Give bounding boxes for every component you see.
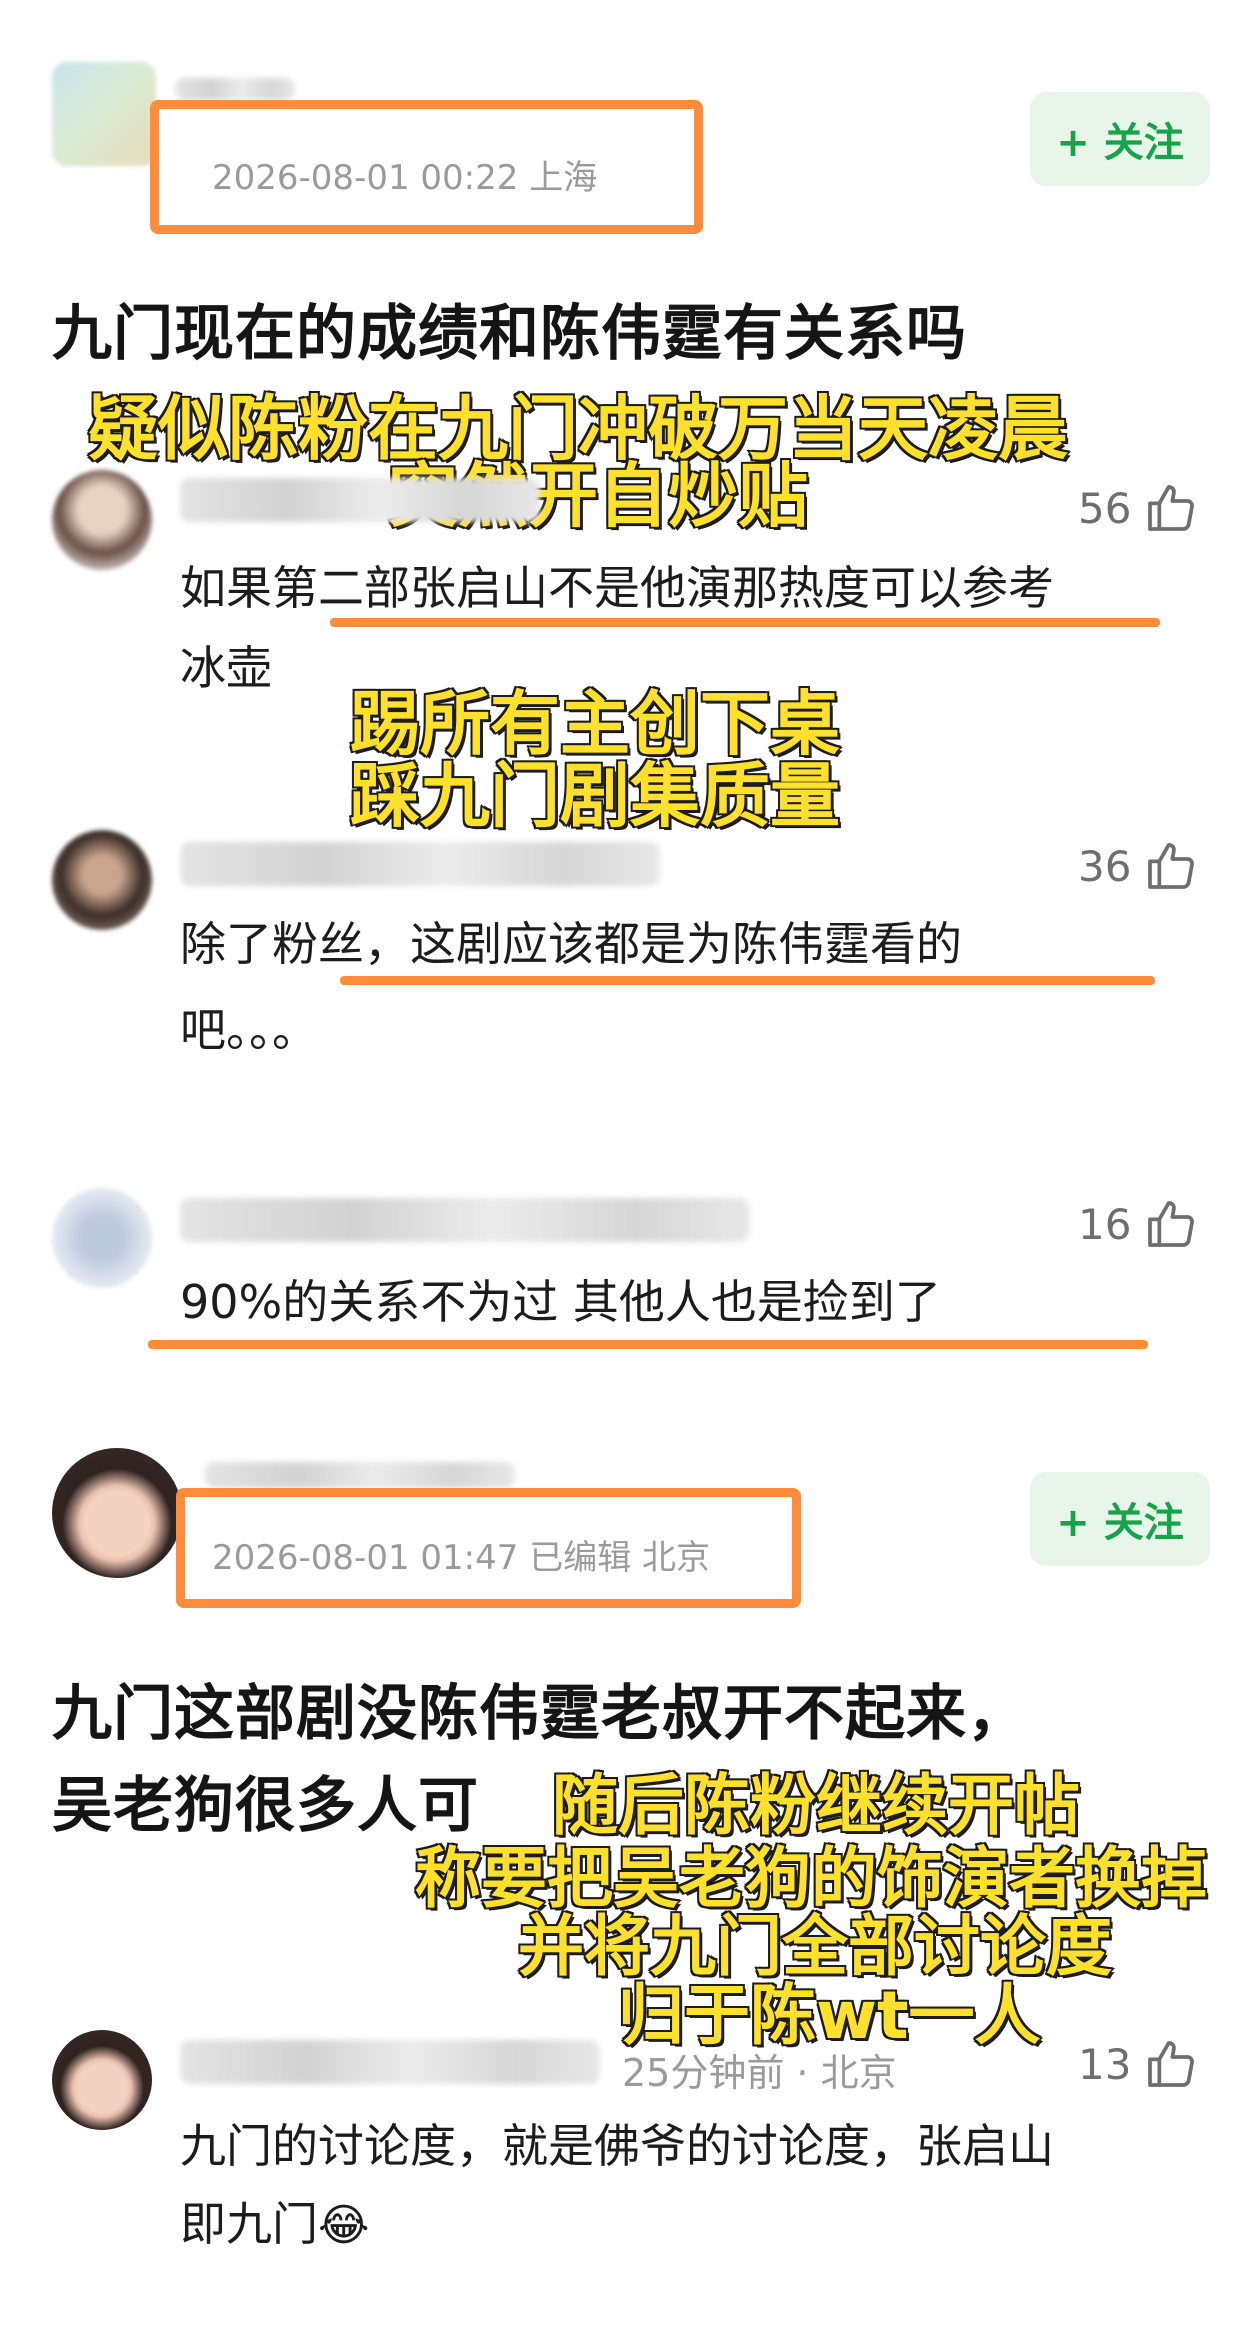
thumbs-up-icon (1148, 1201, 1195, 1247)
username-blurred[interactable] (205, 1462, 515, 1488)
follow-button[interactable]: + 关注 (1030, 92, 1210, 186)
post-title: 九门现在的成绩和陈伟霆有关系吗 (52, 299, 967, 369)
like-count: 56 (1078, 483, 1132, 533)
comment-text: 即九门😂 (180, 2184, 369, 2266)
like-count: 16 (1078, 1199, 1132, 1249)
avatar[interactable] (52, 1188, 152, 1288)
like-button[interactable]: 13 (1078, 2036, 1199, 2092)
highlight-underline (340, 976, 1155, 985)
comment-text-line: 即九门 (180, 2197, 318, 2251)
username-blurred[interactable] (175, 78, 295, 100)
highlight-underline (330, 618, 1160, 627)
like-button[interactable]: 16 (1078, 1196, 1199, 1252)
post-title: 九门这部剧没陈伟霆老叔开不起来， (52, 1679, 1028, 1749)
avatar[interactable] (52, 470, 152, 570)
comment-text: 如果第二部张启山不是他演那热度可以参考 (180, 561, 1054, 615)
username-blurred[interactable] (180, 842, 660, 886)
laughing-crying-emoji-icon: 😂 (318, 2200, 370, 2251)
comment-text: 九门的讨论度，就是佛爷的讨论度，张启山 (180, 2119, 1054, 2173)
comment-text: 除了粉丝，这剧应该都是为陈伟霆看的 (180, 917, 962, 971)
like-button[interactable]: 56 (1078, 480, 1199, 536)
like-button[interactable]: 36 (1078, 838, 1199, 894)
thumbs-up-icon (1148, 485, 1195, 531)
highlight-frame (150, 100, 703, 234)
comment-text: 吧。。。 (180, 1003, 318, 1057)
like-count: 36 (1078, 841, 1132, 891)
username-blurred[interactable] (180, 2040, 600, 2084)
thumbs-up-icon (1148, 843, 1195, 889)
comment-text: 冰壶 (180, 641, 272, 695)
follow-button[interactable]: + 关注 (1030, 1472, 1210, 1566)
username-blurred[interactable] (180, 1198, 750, 1242)
comment-meta: 25分钟前 · 北京 (622, 2051, 897, 2095)
like-count: 13 (1078, 2039, 1132, 2089)
avatar[interactable] (52, 830, 152, 930)
avatar[interactable] (52, 1448, 182, 1578)
thumbs-up-icon (1148, 2041, 1195, 2087)
username-blurred[interactable] (180, 478, 540, 522)
caption-overlay: 踩九门剧集质量 (349, 754, 842, 839)
avatar[interactable] (52, 2030, 152, 2130)
comment-text: 90%的关系不为过 其他人也是捡到了 (180, 1275, 941, 1329)
highlight-underline (148, 1340, 1148, 1349)
avatar[interactable] (52, 62, 156, 166)
highlight-frame (176, 1488, 801, 1608)
